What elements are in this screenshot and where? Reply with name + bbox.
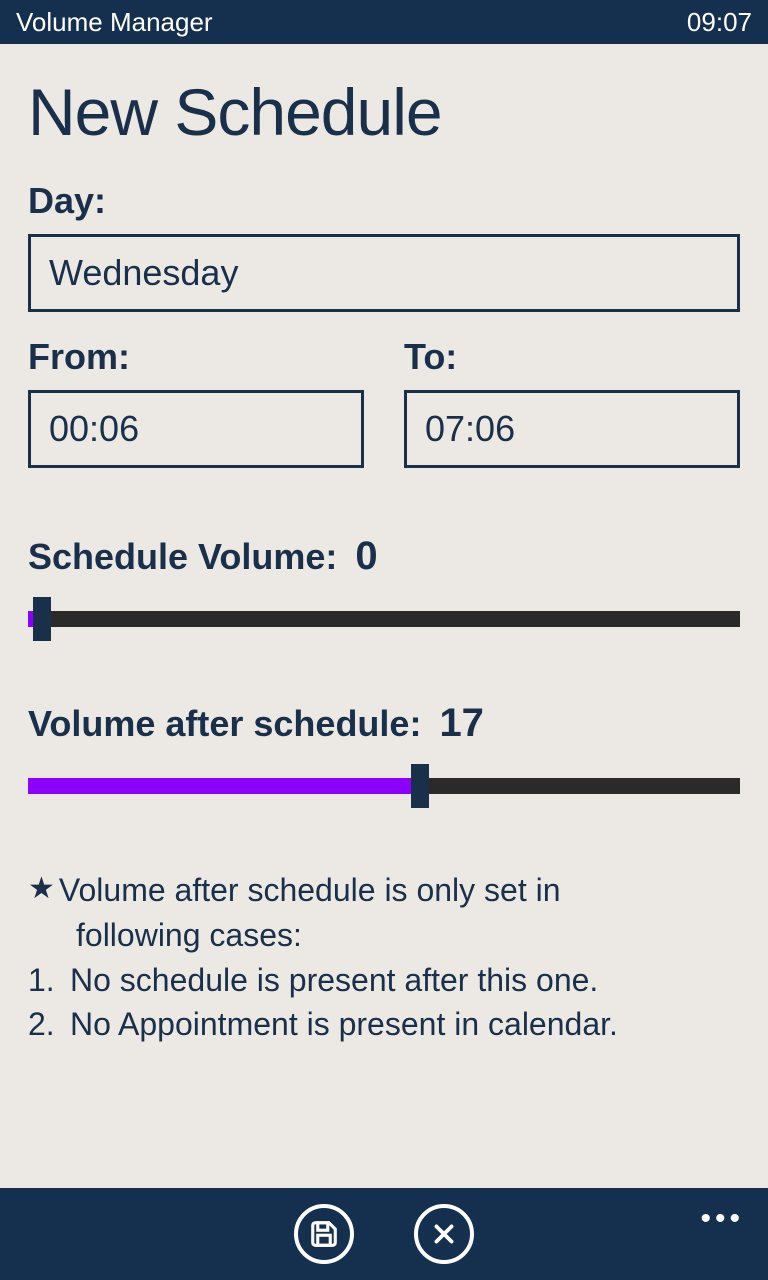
notes-section: ★ Volume after schedule is only set in f… [28, 868, 740, 1047]
to-time-value: 07:06 [425, 408, 515, 450]
from-label: From: [28, 336, 364, 378]
save-icon [309, 1219, 339, 1249]
note-number-2: 2. [28, 1002, 70, 1047]
day-selector[interactable]: Wednesday [28, 234, 740, 312]
to-time-picker[interactable]: 07:06 [404, 390, 740, 468]
page-title: New Schedule [28, 74, 740, 150]
cancel-button[interactable] [414, 1204, 474, 1264]
from-time-value: 00:06 [49, 408, 139, 450]
note-item-2: No Appointment is present in calendar. [70, 1002, 618, 1047]
note-item-1: No schedule is present after this one. [70, 958, 598, 1003]
schedule-volume-value: 0 [355, 534, 377, 579]
after-volume-value: 17 [439, 701, 484, 746]
slider-track-bg [28, 611, 740, 627]
slider-track-fill [28, 778, 420, 794]
close-icon [431, 1221, 457, 1247]
from-time-picker[interactable]: 00:06 [28, 390, 364, 468]
schedule-volume-slider[interactable] [28, 597, 740, 641]
slider-thumb[interactable] [33, 597, 51, 641]
save-button[interactable] [294, 1204, 354, 1264]
more-icon: ••• [700, 1202, 744, 1235]
after-volume-slider[interactable] [28, 764, 740, 808]
day-label: Day: [28, 180, 740, 222]
more-button[interactable]: ••• [700, 1202, 744, 1236]
star-icon: ★ [28, 868, 55, 913]
content-area: New Schedule Day: Wednesday From: 00:06 … [0, 44, 768, 1188]
to-label: To: [404, 336, 740, 378]
schedule-volume-label: Schedule Volume: [28, 536, 337, 578]
note-intro-line1: Volume after schedule is only set in [59, 868, 561, 913]
status-time: 09:07 [687, 7, 752, 38]
status-bar: Volume Manager 09:07 [0, 0, 768, 44]
app-name: Volume Manager [16, 7, 213, 38]
after-volume-label: Volume after schedule: [28, 703, 421, 745]
note-intro-line2: following cases: [28, 913, 740, 958]
app-bar: ••• [0, 1188, 768, 1280]
slider-thumb[interactable] [411, 764, 429, 808]
note-number-1: 1. [28, 958, 70, 1003]
day-value: Wednesday [49, 252, 238, 294]
